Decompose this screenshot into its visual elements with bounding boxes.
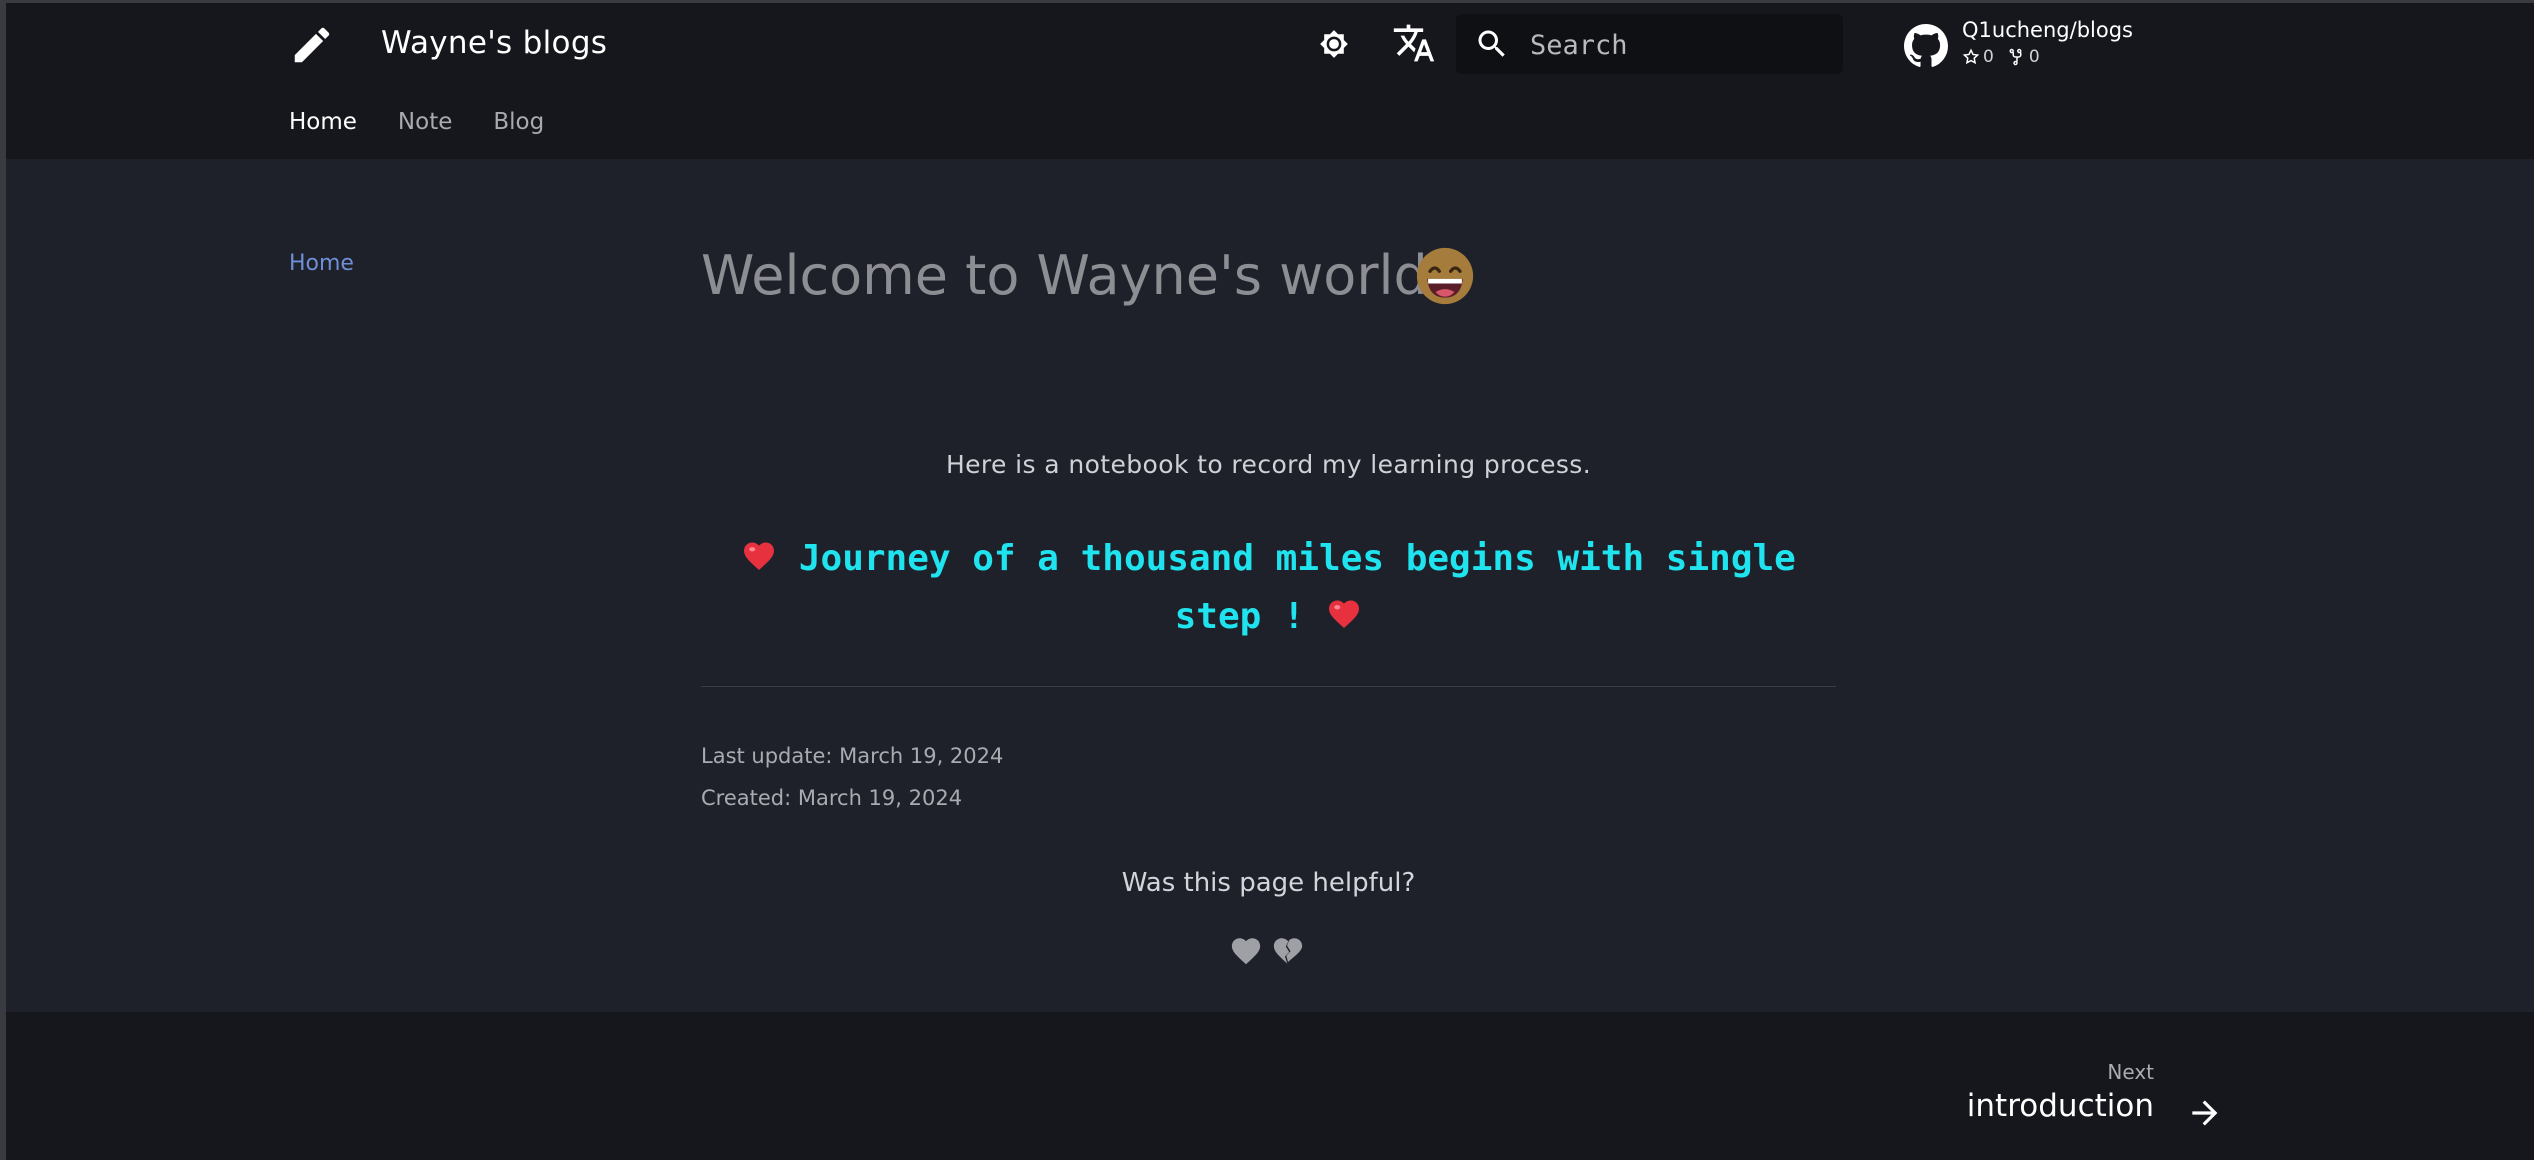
arrow-right-icon [2192, 1100, 2218, 1126]
window-edge [0, 0, 6, 1160]
next-page-link[interactable]: Next introduction [1967, 1060, 2246, 1130]
fork-icon [2009, 48, 2022, 66]
tab-note[interactable]: Note [398, 109, 452, 135]
feedback-buttons [1229, 934, 1305, 968]
quote-line: Journey of a thousand miles begins with … [798, 538, 1796, 637]
feedback-question: Was this page helpful? [1121, 868, 1416, 898]
broken-heart-icon[interactable] [1271, 934, 1305, 968]
intro-text: Here is a notebook to record my learning… [945, 450, 1592, 479]
nav-tabs: Home Note Blog [289, 109, 544, 135]
star-icon [1962, 48, 1980, 65]
grinning-face-emoji [1416, 247, 1474, 305]
search-box[interactable] [1456, 14, 1843, 74]
star-count: 0 [1983, 47, 1994, 67]
last-update-text: Last update: March 19, 2024 [701, 744, 1004, 768]
pencil-icon[interactable] [289, 22, 335, 68]
translate-icon[interactable] [1392, 21, 1436, 65]
search-icon [1478, 30, 1505, 57]
tab-home[interactable]: Home [289, 109, 357, 135]
search-input[interactable] [1528, 26, 1832, 64]
red-heart-emoji [744, 542, 775, 571]
quote-text: Journey of a thousand miles begins with … [701, 530, 1836, 646]
site-header: Wayne's blogs Q1ucheng/blogs 0 0 Home No… [6, 0, 2534, 159]
repo-stats: 0 0 [1962, 47, 2040, 67]
tab-blog[interactable]: Blog [493, 109, 544, 135]
page-meta: Last update: March 19, 2024 Created: Mar… [701, 735, 1003, 819]
created-text: Created: March 19, 2024 [701, 786, 963, 810]
sidebar-item-home[interactable]: Home [289, 251, 354, 276]
red-heart-emoji [1329, 600, 1360, 629]
page-title: Welcome to Wayne's world ! [701, 244, 1467, 307]
next-title: introduction [1966, 1088, 2154, 1124]
fork-count: 0 [2028, 47, 2040, 67]
repo-name: Q1ucheng/blogs [1962, 18, 2133, 42]
content-divider [701, 686, 1836, 687]
theme-toggle-icon[interactable] [1313, 23, 1355, 65]
github-icon [1904, 24, 1948, 67]
site-title[interactable]: Wayne's blogs [381, 25, 607, 61]
heart-icon[interactable] [1229, 934, 1263, 968]
next-label: Next [2107, 1060, 2154, 1084]
